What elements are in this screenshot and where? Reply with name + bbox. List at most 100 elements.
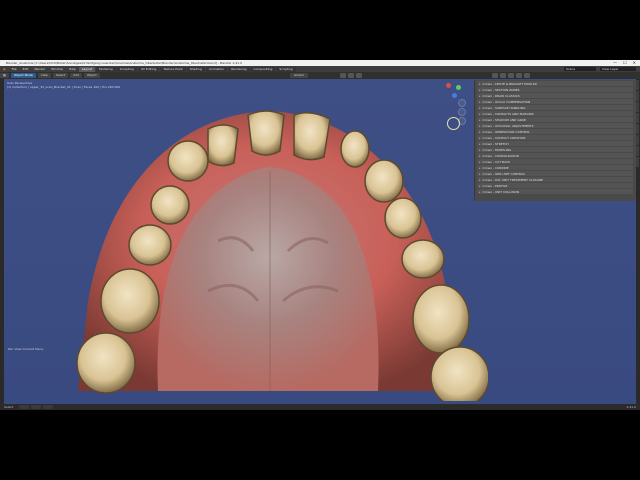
sidebar-tabs[interactable] — [636, 79, 640, 404]
addon-panel-row[interactable]: ▸ Crown - MODELING — [477, 147, 633, 152]
expand-arrow-icon[interactable]: ▸ — [479, 82, 481, 86]
gizmo-z-icon[interactable] — [452, 93, 457, 98]
expand-arrow-icon[interactable]: ▸ — [479, 190, 481, 194]
tab-uv-editing[interactable]: UV Editing — [137, 66, 160, 72]
addon-panel-label: Crown - SURFACE HANDLING — [482, 105, 526, 110]
expand-arrow-icon[interactable]: ▸ — [479, 100, 481, 104]
tab-rendering[interactable]: Rendering — [228, 66, 250, 72]
pan-icon[interactable] — [458, 108, 466, 116]
addon-panel-row[interactable]: ▸ Crown - CUT BACK — [477, 159, 633, 164]
addon-panel-row[interactable]: ▸ Crown - CONTACT CREATION — [477, 135, 633, 140]
addon-panel-label: Crown - GENERATION CONTROL — [482, 129, 531, 134]
addon-panel-row[interactable]: ▸ Crown - OCCLU COMPENSATION — [477, 99, 633, 104]
expand-arrow-icon[interactable]: ▸ — [479, 88, 481, 92]
addon-panel-row[interactable]: ▸ Crown - SURFACE HANDLING — [477, 105, 633, 110]
menu-render[interactable]: Render — [31, 67, 48, 71]
addon-panel-row[interactable]: ▸ Crown - GENERATION CONTROL — [477, 129, 633, 134]
expand-arrow-icon[interactable]: ▸ — [479, 112, 481, 116]
expand-arrow-icon[interactable]: ▸ — [479, 178, 481, 182]
render-shading-icon[interactable] — [524, 73, 530, 78]
expand-arrow-icon[interactable]: ▸ — [479, 142, 481, 146]
addon-panel-row[interactable]: ▸ Crown - SECTION ZONES — [477, 87, 633, 92]
tab-compositing[interactable]: Compositing — [250, 66, 276, 72]
expand-arrow-icon[interactable]: ▸ — [479, 94, 481, 98]
view-layer-selector[interactable]: View Layer — [600, 67, 636, 71]
addon-panel-row[interactable]: ▸ Crown - CONTACTS AND MARGINS — [477, 111, 633, 116]
expand-arrow-icon[interactable]: ▸ — [479, 124, 481, 128]
addon-panel-label: Crown - UNIT COLLISION — [482, 189, 520, 194]
addon-panel-label: Crown - CONTACT CREATION — [482, 135, 526, 140]
menu-window[interactable]: Window — [48, 67, 66, 71]
xray-icon[interactable] — [500, 73, 506, 78]
menu-view[interactable]: View — [37, 73, 51, 78]
addon-panel-row[interactable]: ▸ Crown - STRETCH — [477, 141, 633, 146]
editor-type-icon[interactable]: ▦ — [0, 73, 9, 78]
letterbox-top — [0, 0, 640, 60]
menu-help[interactable]: Help — [66, 67, 79, 71]
tab-sculpting[interactable]: Sculpting — [116, 66, 137, 72]
menu-object[interactable]: Object — [83, 73, 100, 78]
viewport-info: User Perspective (1) Collection | upper_… — [7, 81, 120, 89]
properties-tab[interactable] — [43, 405, 54, 409]
gizmo-y-icon[interactable] — [456, 85, 461, 90]
menu-select[interactable]: Select — [52, 73, 69, 78]
expand-arrow-icon[interactable]: ▸ — [479, 184, 481, 188]
addon-panel-row[interactable]: ▸ Crown - CORRIDE — [477, 165, 633, 170]
expand-arrow-icon[interactable]: ▸ — [479, 172, 481, 176]
snap-icon[interactable] — [348, 73, 354, 78]
proportional-icon[interactable] — [356, 73, 362, 78]
blender-window: Blender_Anatomie [C:\Users\OCD\Bilder\So… — [0, 60, 640, 410]
tab-shading[interactable]: Shading — [186, 66, 205, 72]
tab-layout[interactable]: Layout — [78, 66, 96, 72]
addon-panel-row[interactable]: ▸ Crown - UNIT COLLISION — [477, 189, 633, 194]
expand-arrow-icon[interactable]: ▸ — [479, 154, 481, 158]
object-info-label: (1) Collection | upper_3d_scan_Bracket_0… — [7, 85, 121, 89]
addon-panel-label: Crown - CUT BACK — [482, 159, 511, 164]
addon-panel-row[interactable]: ▸ Crown - GEN UNIT CONTROL — [477, 171, 633, 176]
addon-panel-row[interactable]: ▸ Crown - DAY UNIT TREATMENT CLOSURE — [477, 177, 633, 182]
expand-arrow-icon[interactable]: ▸ — [479, 166, 481, 170]
expand-arrow-icon[interactable]: ▸ — [479, 148, 481, 152]
expand-arrow-icon[interactable]: ▸ — [479, 130, 481, 134]
letterbox-bottom — [0, 410, 640, 480]
addon-panel-label: Crown - OCCLUSAL ADJUSTMENTS — [482, 123, 534, 128]
material-shading-icon[interactable] — [516, 73, 522, 78]
menu-add[interactable]: Add — [70, 73, 82, 78]
expand-arrow-icon[interactable]: ▸ — [479, 106, 481, 110]
addon-panel-row[interactable]: ▸ Crown - LEISTE & BRACKET MODULE — [477, 81, 633, 86]
zoom-icon[interactable] — [458, 99, 466, 107]
addon-panel-label: Crown - LEISTE & BRACKET MODULE — [482, 81, 538, 86]
addon-panel-label: Crown - MODELING — [482, 147, 512, 152]
addon-panel-label: Crown - DAY UNIT TREATMENT CLOSURE — [482, 177, 544, 182]
mode-selector[interactable]: Object Mode — [10, 73, 36, 78]
pivot-icon[interactable] — [340, 73, 346, 78]
tab-scripting[interactable]: Scripting — [276, 66, 296, 72]
expand-arrow-icon[interactable]: ▸ — [479, 160, 481, 164]
solid-shading-icon[interactable] — [508, 73, 514, 78]
transform-orientation-selector[interactable]: Global — [290, 73, 308, 78]
expand-arrow-icon[interactable]: ▸ — [479, 136, 481, 140]
blender-logo-icon[interactable]: ◉ — [0, 67, 9, 71]
status-select-label: Select — [4, 405, 14, 409]
addon-panel-row[interactable]: ▸ Crown - SHADOW AND GRAB — [477, 117, 633, 122]
tab-modeling[interactable]: Modeling — [96, 66, 116, 72]
addon-panel-row[interactable]: ▸ Crown - OCCLUSAL ADJUSTMENTS — [477, 123, 633, 128]
overlay-icon[interactable] — [492, 73, 498, 78]
scene-selector[interactable]: Scene — [564, 67, 596, 71]
addon-panel-row[interactable]: ▸ Crown - PROFILE — [477, 183, 633, 188]
tab-texture-paint[interactable]: Texture Paint — [160, 66, 186, 72]
3d-viewport[interactable]: User Perspective (1) Collection | upper_… — [4, 79, 636, 404]
timeline-tab[interactable] — [19, 405, 30, 409]
upper-jaw-scan — [76, 110, 488, 401]
tab-animation[interactable]: Animation — [205, 66, 228, 72]
window-title: Blender_Anatomie [C:\Users\OCD\Bilder\So… — [6, 61, 243, 65]
addon-panel-label: Crown - PROFILE — [482, 183, 508, 188]
gizmo-x-icon[interactable] — [446, 83, 451, 88]
expand-arrow-icon[interactable]: ▸ — [479, 118, 481, 122]
addon-panel-row[interactable]: ▸ Crown - CONSOLIDATOR — [477, 153, 633, 158]
menu-edit[interactable]: Edit — [20, 67, 32, 71]
3d-cursor-icon[interactable] — [447, 117, 460, 130]
addon-panel-row[interactable]: ▸ Crown - DRAW CLASSICS — [477, 93, 633, 98]
outliner-tab[interactable] — [31, 405, 42, 409]
menu-file[interactable]: File — [9, 67, 20, 71]
